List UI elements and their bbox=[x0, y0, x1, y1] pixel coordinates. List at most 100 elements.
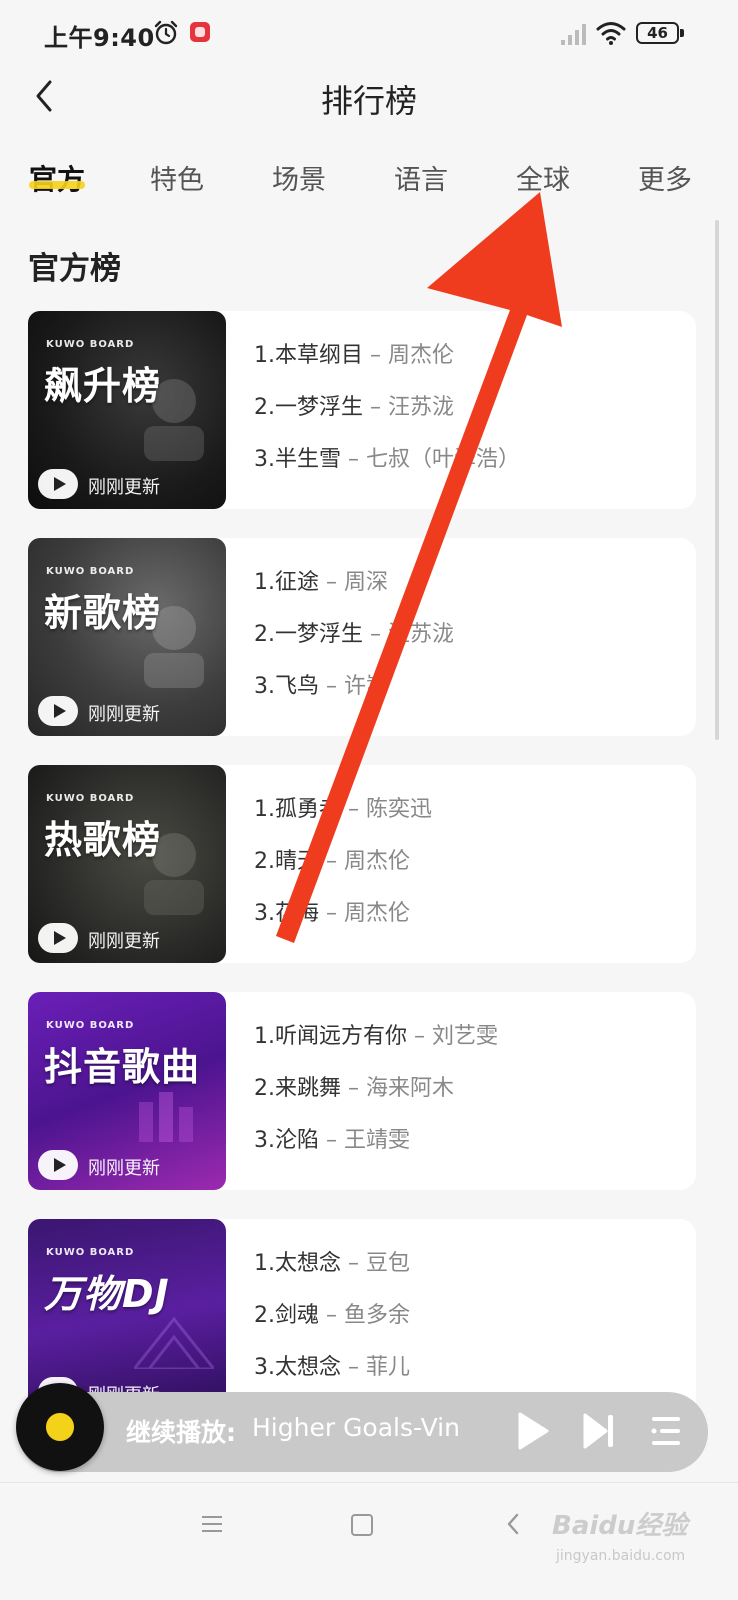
cover-title: 抖音歌曲 bbox=[44, 1045, 201, 1089]
tab-language[interactable]: 语言 bbox=[394, 158, 448, 197]
nav-back-icon[interactable] bbox=[505, 1512, 521, 1536]
chart-card-new-songs[interactable]: KUWO BOARD 新歌榜 刚刚更新 1.征途 – 周深 2.一梦浮生 – 汪… bbox=[28, 538, 696, 736]
play-icon[interactable] bbox=[38, 1150, 78, 1180]
tab-global[interactable]: 全球 bbox=[516, 158, 570, 197]
tab-official[interactable]: 官方 bbox=[29, 158, 85, 198]
track-title: 1.听闻远方有你 bbox=[254, 1024, 407, 1049]
vinyl-disc-icon[interactable] bbox=[16, 1383, 104, 1471]
cover-brand: KUWO BOARD bbox=[46, 1020, 135, 1031]
cover-brand: KUWO BOARD bbox=[46, 793, 135, 804]
track-artist: – 王靖雯 bbox=[319, 1128, 410, 1153]
track-title: 3.飞鸟 bbox=[254, 674, 319, 699]
tab-featured[interactable]: 特色 bbox=[150, 158, 204, 197]
track-artist: – 汪苏泷 bbox=[363, 622, 454, 647]
track-artist: – 七叔（叶泽浩） bbox=[341, 447, 520, 472]
update-label: 刚刚更新 bbox=[88, 931, 160, 952]
chart-card-soaring[interactable]: KUWO BOARD 飙升榜 刚刚更新 1.本草纲目 – 周杰伦 2.一梦浮生 … bbox=[28, 311, 696, 509]
track-artist: – 豆包 bbox=[341, 1251, 410, 1276]
track-artist: – 周深 bbox=[319, 570, 388, 595]
track-item[interactable]: 3.沦陷 – 王靖雯 bbox=[254, 1124, 684, 1176]
play-icon[interactable] bbox=[38, 469, 78, 499]
status-bar: 上午9:40 46 bbox=[0, 0, 738, 66]
continue-play-label: 继续播放: bbox=[126, 1418, 236, 1447]
now-playing-title[interactable]: Higher Goals-Vin bbox=[252, 1413, 474, 1442]
track-item[interactable]: 1.征途 – 周深 bbox=[254, 566, 684, 618]
cover-title: 热歌榜 bbox=[44, 818, 162, 862]
track-item[interactable]: 3.花海 – 周杰伦 bbox=[254, 897, 684, 949]
track-artist: – 海来阿木 bbox=[341, 1076, 454, 1101]
track-artist: – 陈奕迅 bbox=[341, 797, 432, 822]
top-tracks-list: 1.太想念 – 豆包 2.剑魂 – 鱼多余 3.太想念 – 菲儿 bbox=[254, 1247, 684, 1403]
top-tracks-list: 1.本草纲目 – 周杰伦 2.一梦浮生 – 汪苏泷 3.半生雪 – 七叔（叶泽浩… bbox=[254, 339, 684, 495]
track-title: 3.太想念 bbox=[254, 1355, 341, 1380]
cover-title: 万物DJ bbox=[44, 1272, 170, 1316]
update-label: 刚刚更新 bbox=[88, 704, 160, 725]
watermark-logo: Baidu经验 bbox=[552, 1511, 688, 1541]
home-icon[interactable] bbox=[351, 1514, 373, 1536]
battery-level: 46 bbox=[647, 24, 668, 42]
chart-card-dj[interactable]: KUWO BOARD 万物DJ 刚刚更新 1.太想念 – 豆包 2.剑魂 – 鱼… bbox=[28, 1219, 696, 1417]
chart-card-douyin[interactable]: KUWO BOARD 抖音歌曲 刚刚更新 1.听闻远方有你 – 刘艺雯 2.来跳… bbox=[28, 992, 696, 1190]
battery-icon: 46 bbox=[636, 20, 684, 46]
tab-scene[interactable]: 场景 bbox=[272, 158, 326, 197]
top-tracks-list: 1.征途 – 周深 2.一梦浮生 – 汪苏泷 3.飞鸟 – 许嵩 bbox=[254, 566, 684, 722]
track-title: 1.征途 bbox=[254, 570, 319, 595]
play-icon[interactable] bbox=[38, 923, 78, 953]
app-notification-icon bbox=[190, 22, 210, 42]
track-title: 2.来跳舞 bbox=[254, 1076, 341, 1101]
play-icon[interactable] bbox=[38, 696, 78, 726]
track-item[interactable]: 1.孤勇者 – 陈奕迅 bbox=[254, 793, 684, 845]
chart-cover[interactable]: KUWO BOARD 抖音歌曲 刚刚更新 bbox=[28, 992, 226, 1190]
track-item[interactable]: 2.一梦浮生 – 汪苏泷 bbox=[254, 618, 684, 670]
chart-cover[interactable]: KUWO BOARD 新歌榜 刚刚更新 bbox=[28, 538, 226, 736]
playlist-icon[interactable] bbox=[650, 1413, 682, 1449]
cover-brand: KUWO BOARD bbox=[46, 1247, 135, 1258]
track-item[interactable]: 2.一梦浮生 – 汪苏泷 bbox=[254, 391, 684, 443]
track-artist: – 许嵩 bbox=[319, 674, 388, 699]
chart-card-hot-songs[interactable]: KUWO BOARD 热歌榜 刚刚更新 1.孤勇者 – 陈奕迅 2.晴天 – 周… bbox=[28, 765, 696, 963]
scrollbar[interactable] bbox=[715, 220, 719, 740]
track-artist: – 菲儿 bbox=[341, 1355, 410, 1380]
track-item[interactable]: 1.听闻远方有你 – 刘艺雯 bbox=[254, 1020, 684, 1072]
chart-cover[interactable]: KUWO BOARD 热歌榜 刚刚更新 bbox=[28, 765, 226, 963]
update-label: 刚刚更新 bbox=[88, 477, 160, 498]
track-artist: – 周杰伦 bbox=[319, 901, 410, 926]
track-artist: – 周杰伦 bbox=[363, 343, 454, 368]
chart-cover[interactable]: KUWO BOARD 飙升榜 刚刚更新 bbox=[28, 311, 226, 509]
watermark-url: jingyan.baidu.com bbox=[556, 1548, 686, 1564]
track-title: 3.沦陷 bbox=[254, 1128, 319, 1153]
tab-more[interactable]: 更多 bbox=[638, 158, 692, 197]
track-title: 1.太想念 bbox=[254, 1251, 341, 1276]
track-item[interactable]: 1.太想念 – 豆包 bbox=[254, 1247, 684, 1299]
track-title: 2.一梦浮生 bbox=[254, 622, 363, 647]
play-button[interactable] bbox=[516, 1411, 550, 1451]
track-item[interactable]: 2.剑魂 – 鱼多余 bbox=[254, 1299, 684, 1351]
cover-brand: KUWO BOARD bbox=[46, 566, 135, 577]
track-item[interactable]: 3.飞鸟 – 许嵩 bbox=[254, 670, 684, 722]
track-title: 3.花海 bbox=[254, 901, 319, 926]
signal-icon bbox=[561, 24, 586, 45]
track-title: 2.剑魂 bbox=[254, 1303, 319, 1328]
track-title: 1.本草纲目 bbox=[254, 343, 363, 368]
track-item[interactable]: 2.晴天 – 周杰伦 bbox=[254, 845, 684, 897]
cover-title: 飙升榜 bbox=[44, 364, 162, 408]
active-tab-indicator bbox=[29, 181, 85, 189]
track-artist: – 汪苏泷 bbox=[363, 395, 454, 420]
track-item[interactable]: 3.半生雪 – 七叔（叶泽浩） bbox=[254, 443, 684, 495]
next-track-button[interactable] bbox=[582, 1412, 616, 1450]
track-title: 3.半生雪 bbox=[254, 447, 341, 472]
category-tabs: 官方 特色 场景 语言 全球 更多 bbox=[0, 150, 738, 210]
track-title: 2.一梦浮生 bbox=[254, 395, 363, 420]
status-time: 上午9:40 bbox=[44, 24, 155, 52]
track-title: 2.晴天 bbox=[254, 849, 319, 874]
wifi-icon bbox=[596, 22, 626, 45]
track-artist: – 鱼多余 bbox=[319, 1303, 410, 1328]
track-item[interactable]: 2.来跳舞 – 海来阿木 bbox=[254, 1072, 684, 1124]
track-title: 1.孤勇者 bbox=[254, 797, 341, 822]
menu-icon[interactable] bbox=[200, 1514, 224, 1534]
cover-title: 新歌榜 bbox=[44, 591, 162, 635]
cover-brand: KUWO BOARD bbox=[46, 339, 135, 350]
alarm-icon bbox=[154, 20, 178, 45]
top-tracks-list: 1.听闻远方有你 – 刘艺雯 2.来跳舞 – 海来阿木 3.沦陷 – 王靖雯 bbox=[254, 1020, 684, 1176]
track-item[interactable]: 1.本草纲目 – 周杰伦 bbox=[254, 339, 684, 391]
